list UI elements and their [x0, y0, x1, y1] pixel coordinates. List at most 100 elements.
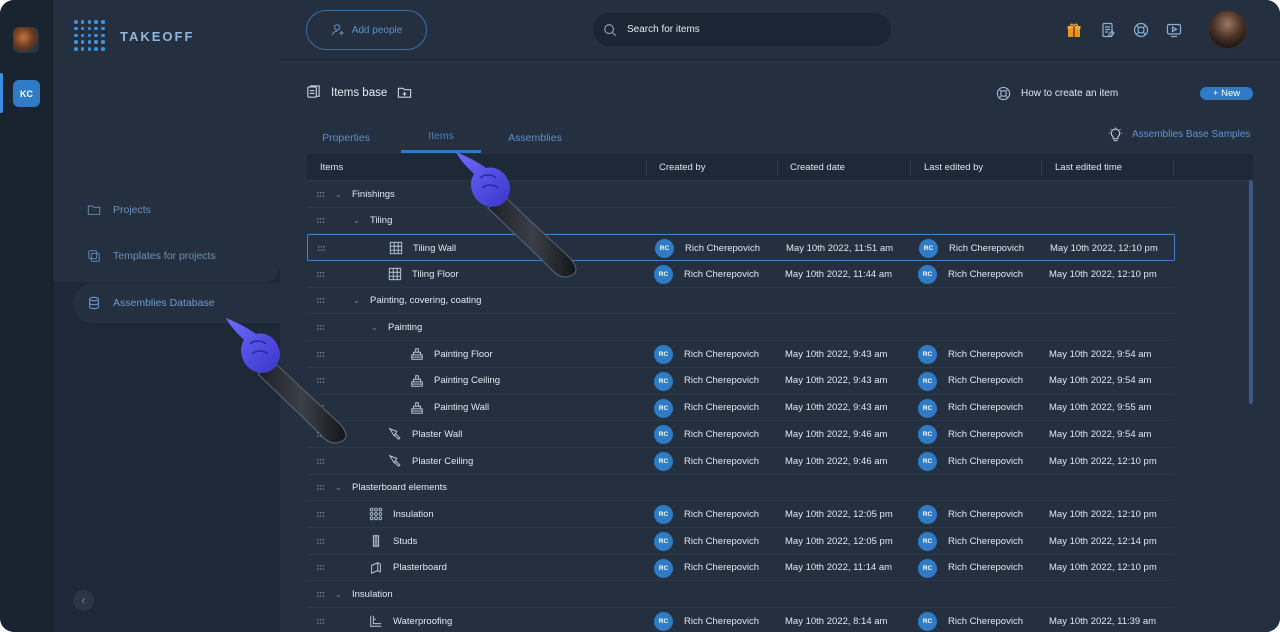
workspace-avatar[interactable]: KC — [13, 80, 40, 107]
items-table: Items Created by Created date Last edite… — [307, 154, 1253, 632]
group-row[interactable]: ⌄ Insulation — [307, 582, 1175, 609]
chevron-down-icon[interactable]: ⌄ — [335, 475, 342, 501]
group-row[interactable]: ⌄ Painting — [307, 315, 1175, 342]
item-name[interactable]: Plaster Ceiling — [412, 448, 473, 474]
item-name[interactable]: Tiling Wall — [413, 235, 456, 261]
drag-handle-icon[interactable] — [317, 608, 325, 632]
table-row[interactable]: Painting Floor RC Rich Cherepovich May 10th… — [307, 341, 1175, 368]
table-row[interactable]: Insulation RC Rich Cherepovich May 10th 202… — [307, 501, 1175, 529]
created-by: Rich Cherepovich — [684, 348, 759, 360]
item-name[interactable]: Plasterboard — [393, 555, 447, 581]
last-edited-by: Rich Cherepovich — [948, 348, 1023, 360]
drag-handle-icon[interactable] — [317, 448, 325, 474]
created-by: Rich Cherepovich — [684, 428, 759, 440]
sidebar-item-templates[interactable]: Templates for projects — [73, 236, 280, 276]
column-header-created-date[interactable]: Created date — [790, 154, 845, 181]
new-item-button[interactable]: + New — [1200, 87, 1253, 100]
created-date: May 10th 2022, 11:14 am — [785, 562, 893, 574]
how-to-create-item-link[interactable]: How to create an item — [996, 86, 1118, 101]
drag-handle-icon[interactable] — [317, 555, 325, 581]
created-date: May 10th 2022, 12:05 pm — [785, 535, 893, 547]
chevron-down-icon[interactable]: ⌄ — [335, 181, 342, 207]
column-header-last-edited-time[interactable]: Last edited time — [1055, 154, 1122, 181]
drag-handle-icon[interactable] — [317, 475, 325, 501]
table-row[interactable]: Tiling Wall RC Rich Cherepovich May 10th 20… — [307, 234, 1175, 262]
lightbulb-icon — [1108, 127, 1123, 142]
drag-handle-icon[interactable] — [317, 582, 325, 608]
gift-icon[interactable] — [1066, 22, 1082, 38]
drag-handle-icon[interactable] — [317, 288, 325, 314]
collapse-sidebar-button[interactable]: ‹ — [73, 590, 94, 611]
item-name[interactable]: Studs — [393, 528, 417, 554]
group-row[interactable]: ⌄ Finishings — [307, 181, 1175, 208]
add-people-label: Add people — [351, 24, 403, 36]
created-date: May 10th 2022, 11:51 am — [786, 242, 894, 254]
chevron-down-icon[interactable]: ⌄ — [353, 288, 360, 314]
creator-avatar: RC — [654, 612, 673, 632]
table-scrollbar[interactable] — [1249, 180, 1253, 404]
table-row[interactable]: Waterproofing RC Rich Cherepovich May 10th … — [307, 608, 1175, 632]
created-by: Rich Cherepovich — [684, 375, 759, 387]
editor-avatar: RC — [919, 239, 938, 259]
created-by: Rich Cherepovich — [684, 615, 759, 627]
video-tutorial-icon[interactable] — [1166, 22, 1182, 38]
column-header-created-by[interactable]: Created by — [659, 154, 705, 181]
last-edited-time: May 10th 2022, 12:10 pm — [1049, 562, 1157, 574]
creator-avatar: RC — [654, 371, 673, 391]
table-row[interactable]: Painting Ceiling RC Rich Cherepovich May 10… — [307, 368, 1175, 395]
user-avatar[interactable] — [1208, 10, 1247, 49]
brand[interactable]: TAKEOFF — [74, 20, 194, 52]
editor-avatar: RC — [918, 345, 937, 365]
sidebar-item-projects[interactable]: Projects — [73, 190, 280, 230]
created-date: May 10th 2022, 9:43 am — [785, 375, 888, 387]
notes-icon[interactable] — [1100, 22, 1116, 38]
add-folder-icon[interactable] — [397, 85, 412, 100]
group-name: Finishings — [352, 188, 395, 200]
search-icon — [604, 23, 617, 36]
drag-handle-icon[interactable] — [317, 501, 325, 527]
chevron-down-icon[interactable]: ⌄ — [335, 582, 342, 608]
last-edited-by: Rich Cherepovich — [948, 508, 1023, 520]
drag-handle-icon[interactable] — [317, 261, 325, 287]
column-header-items[interactable]: Items — [320, 154, 343, 181]
table-row[interactable]: Painting Wall RC Rich Cherepovich May 10th … — [307, 395, 1175, 422]
created-by: Rich Cherepovich — [684, 535, 759, 547]
add-user-icon — [331, 24, 344, 36]
org-logo[interactable] — [13, 27, 39, 53]
grid-tile-icon — [388, 261, 402, 287]
table-row[interactable]: Plaster Wall RC Rich Cherepovich May 10th 2… — [307, 421, 1175, 448]
created-by: Rich Cherepovich — [684, 508, 759, 520]
creator-avatar: RC — [654, 398, 673, 418]
item-name[interactable]: Insulation — [393, 501, 434, 527]
table-row[interactable]: Plaster Ceiling RC Rich Cherepovich May 10t… — [307, 448, 1175, 475]
chevron-down-icon[interactable]: ⌄ — [353, 208, 360, 234]
item-name[interactable]: Painting Wall — [434, 395, 489, 421]
drag-handle-icon[interactable] — [317, 181, 325, 207]
table-row[interactable]: Tiling Floor RC Rich Cherepovich May 10th 2… — [307, 261, 1175, 288]
column-header-last-edited-by[interactable]: Last edited by — [924, 154, 983, 181]
item-name[interactable]: Painting Ceiling — [434, 368, 500, 394]
drag-handle-icon[interactable] — [317, 208, 325, 234]
drag-handle-icon[interactable] — [318, 235, 326, 261]
add-people-button[interactable]: Add people — [306, 10, 427, 50]
chevron-down-icon[interactable]: ⌄ — [371, 315, 378, 341]
takeoff-logo-icon — [74, 20, 106, 52]
table-row[interactable]: Plasterboard RC Rich Cherepovich May 10th 2… — [307, 555, 1175, 582]
item-name[interactable]: Waterproofing — [393, 608, 452, 632]
item-name[interactable]: Painting Floor — [434, 341, 493, 367]
item-name[interactable]: Plaster Wall — [412, 421, 462, 447]
creator-avatar: RC — [654, 265, 673, 285]
group-row[interactable]: ⌄ Plasterboard elements — [307, 475, 1175, 502]
group-row[interactable]: ⌄ Painting, covering, coating — [307, 288, 1175, 315]
table-row[interactable]: Studs RC Rich Cherepovich May 10th 2022, 12… — [307, 528, 1175, 555]
search-input[interactable] — [627, 24, 867, 35]
tab-properties[interactable]: Properties — [307, 122, 385, 153]
assemblies-base-samples-link[interactable]: Assemblies Base Samples — [1108, 127, 1250, 142]
editor-avatar: RC — [918, 371, 937, 391]
search-bar[interactable] — [593, 13, 891, 46]
group-row[interactable]: ⌄ Tiling — [307, 208, 1175, 235]
drag-handle-icon[interactable] — [317, 528, 325, 554]
editor-avatar: RC — [918, 398, 937, 418]
help-lifebuoy-icon[interactable] — [1133, 22, 1149, 38]
table-header: Items Created by Created date Last edite… — [307, 154, 1253, 181]
